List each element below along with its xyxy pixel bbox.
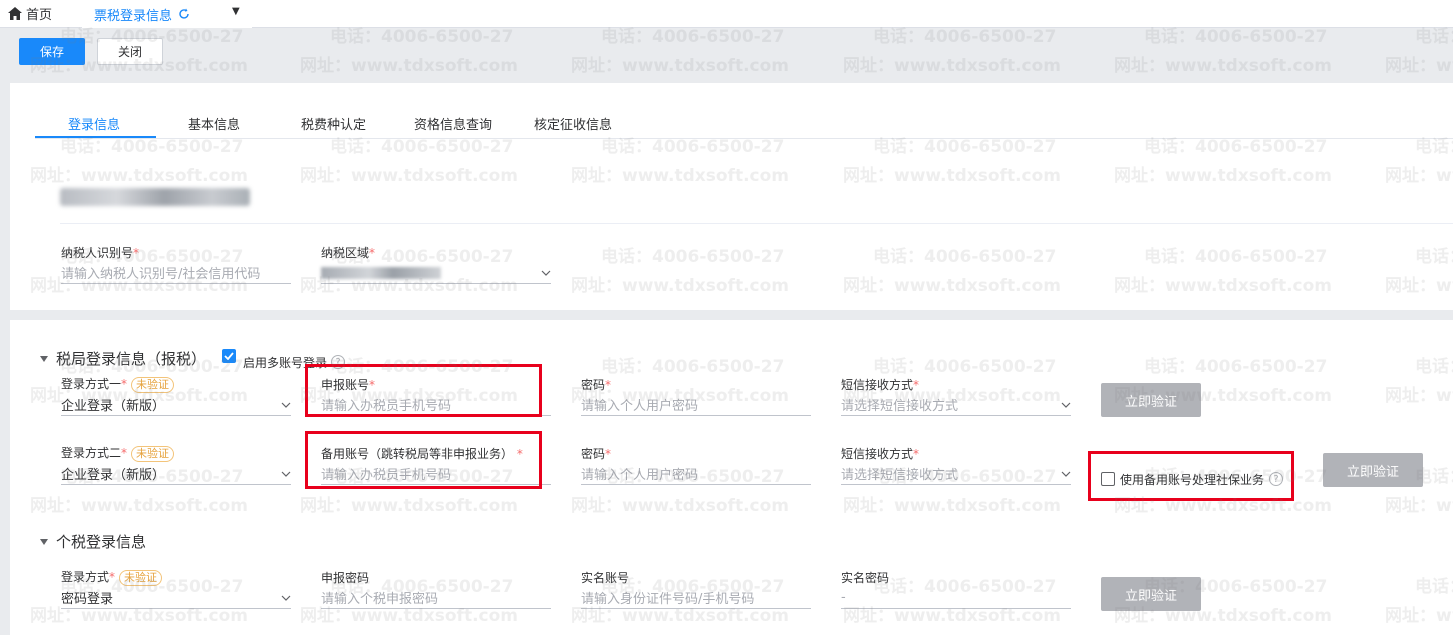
declare-password-input[interactable]: 请输入个税申报密码 <box>321 587 551 609</box>
watermark-site: 网址：www.tdxsoft.com <box>300 56 518 76</box>
realname-password-label: 实名密码 <box>841 571 890 585</box>
chevron-down-icon <box>1061 402 1071 408</box>
close-button[interactable]: 关闭 <box>97 38 163 65</box>
sms-method-2-select[interactable]: 请选择短信接收方式 <box>841 463 1071 485</box>
password-1-label: 密码* <box>581 378 612 392</box>
refresh-icon[interactable] <box>178 8 190 20</box>
verify-button-3[interactable]: 立即验证 <box>1101 577 1201 611</box>
password-2-label: 密码* <box>581 447 612 461</box>
section-divider <box>60 223 1453 224</box>
personal-login-method-label: 登录方式* 未验证 <box>61 568 163 586</box>
login-method-2-label: 登录方式二* 未验证 <box>61 444 175 462</box>
save-button[interactable]: 保存 <box>19 38 85 65</box>
tab-home-label: 首页 <box>26 8 53 23</box>
chevron-down-icon <box>541 270 551 276</box>
sms-method-2-placeholder: 请选择短信接收方式 <box>841 468 959 483</box>
login-method-1-value: 企业登录（新版） <box>61 399 166 414</box>
subtab-active-indicator <box>35 136 156 138</box>
verify-button-1[interactable]: 立即验证 <box>1101 383 1201 417</box>
subtab-baseline <box>35 138 1453 139</box>
tab-dropdown-icon[interactable]: ▼ <box>232 6 240 17</box>
subtab-qualification[interactable]: 资格信息查询 <box>414 114 492 133</box>
highlight-box-backup-account <box>305 431 542 489</box>
watermark-site: 网址：www.tdxsoft.com <box>843 56 1061 76</box>
tax-region-value-redacted <box>321 266 441 279</box>
tax-bureau-title: 税局登录信息（报税） <box>56 350 207 368</box>
highlight-box-backup-social <box>1088 451 1294 501</box>
realname-account-input[interactable]: 请输入身份证件号码/手机号码 <box>581 587 811 609</box>
subtab-assessed-collection[interactable]: 核定征收信息 <box>534 114 612 133</box>
highlight-box-declare-account <box>305 364 542 417</box>
multi-account-checkbox[interactable] <box>222 349 236 363</box>
chevron-down-icon <box>1061 471 1071 477</box>
login-method-2-value: 企业登录（新版） <box>61 468 166 483</box>
tax-region-select[interactable] <box>321 262 551 284</box>
taxpayer-id-label: 纳税人识别号* <box>61 246 140 260</box>
chevron-down-icon <box>281 471 291 477</box>
declare-password-placeholder: 请输入个税申报密码 <box>321 592 439 607</box>
login-method-1-label: 登录方式一* 未验证 <box>61 375 175 393</box>
sms-method-1-select[interactable]: 请选择短信接收方式 <box>841 394 1071 416</box>
personal-login-method-value: 密码登录 <box>61 592 114 607</box>
declare-password-label: 申报密码 <box>321 571 370 585</box>
watermark-site: 网址：www.tdxsoft.com <box>571 56 789 76</box>
tax-region-label: 纳税区域* <box>321 246 376 260</box>
tax-bureau-section-header[interactable]: 税局登录信息（报税） <box>40 348 206 369</box>
tab-login-info[interactable]: 票税登录信息 <box>82 0 252 28</box>
check-icon <box>224 352 234 360</box>
home-icon <box>8 7 22 20</box>
realname-account-label: 实名账号 <box>581 571 630 585</box>
sms-method-2-label: 短信接收方式* <box>841 447 920 461</box>
password-2-placeholder: 请输入个人用户密码 <box>581 468 699 483</box>
verify-button-2[interactable]: 立即验证 <box>1323 453 1423 487</box>
sms-method-1-placeholder: 请选择短信接收方式 <box>841 399 959 414</box>
chevron-down-icon <box>281 402 291 408</box>
login-method-2-select[interactable]: 企业登录（新版） <box>61 463 291 485</box>
status-badge: 未验证 <box>131 445 175 462</box>
taxpayer-id-input[interactable]: 请输入纳税人识别号/社会信用代码 <box>61 262 291 284</box>
collapse-triangle-icon <box>40 538 48 545</box>
subtab-tax-types[interactable]: 税费种认定 <box>301 114 366 133</box>
taxpayer-id-placeholder: 请输入纳税人识别号/社会信用代码 <box>61 267 261 282</box>
password-1-placeholder: 请输入个人用户密码 <box>581 399 699 414</box>
realname-account-placeholder: 请输入身份证件号码/手机号码 <box>581 592 755 607</box>
password-1-input[interactable]: 请输入个人用户密码 <box>581 394 811 416</box>
password-2-input[interactable]: 请输入个人用户密码 <box>581 463 811 485</box>
subtab-login-info[interactable]: 登录信息 <box>68 114 120 133</box>
company-name-redacted <box>60 188 250 206</box>
watermark-site: 网址：www.tdxsoft.com <box>1114 56 1332 76</box>
status-badge: 未验证 <box>119 569 163 586</box>
personal-tax-section-header[interactable]: 个税登录信息 <box>40 531 146 552</box>
collapse-triangle-icon <box>40 355 48 362</box>
sms-method-1-label: 短信接收方式* <box>841 378 920 392</box>
personal-tax-title: 个税登录信息 <box>56 533 147 551</box>
realname-password-value: - <box>841 590 846 605</box>
watermark-site: 网址：www.tdxsoft.com <box>1385 56 1453 76</box>
chevron-down-icon <box>281 595 291 601</box>
subtab-basic-info[interactable]: 基本信息 <box>188 114 240 133</box>
login-method-1-select[interactable]: 企业登录（新版） <box>61 394 291 416</box>
tab-login-info-label: 票税登录信息 <box>94 8 173 24</box>
personal-login-method-select[interactable]: 密码登录 <box>61 587 291 609</box>
realname-password-input[interactable]: - <box>841 587 1071 609</box>
status-badge: 未验证 <box>131 376 175 393</box>
tab-home[interactable]: 首页 <box>8 4 52 23</box>
